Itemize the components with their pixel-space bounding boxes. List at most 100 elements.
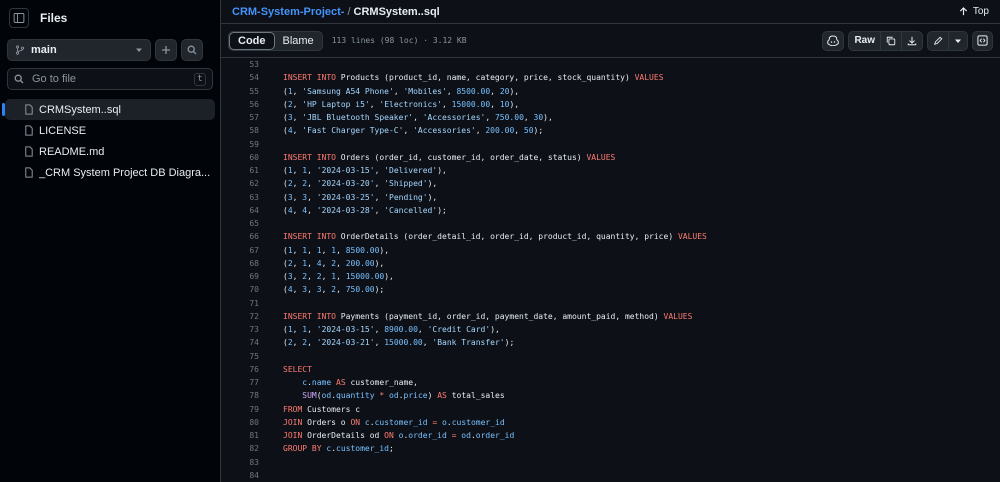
code-token: ), [379, 245, 390, 255]
line-number[interactable]: 76 [221, 363, 259, 376]
line-number[interactable]: 66 [221, 230, 259, 243]
code-token: 8500.00 [456, 86, 491, 96]
code-token: , [321, 285, 332, 295]
file-item-readme[interactable]: README.md [5, 141, 215, 162]
code-token: ), [490, 325, 500, 334]
line-content: (3, 2, 2, 1, 15000.00), [283, 270, 394, 283]
line-number[interactable]: 53 [221, 58, 259, 71]
line-number[interactable]: 83 [221, 456, 259, 469]
line-number[interactable]: 82 [221, 442, 259, 455]
code-token: , [307, 258, 317, 268]
line-number[interactable]: 78 [221, 389, 259, 402]
arrow-up-icon [959, 7, 967, 16]
line-number[interactable]: 75 [221, 350, 259, 363]
code-line: 55 (1, 'Samsung A54 Phone', 'Mobiles', 85… [221, 85, 1000, 98]
code-token: , [307, 338, 317, 348]
line-number[interactable]: 77 [221, 376, 259, 389]
line-number[interactable]: 79 [221, 403, 259, 416]
line-number[interactable]: 57 [221, 111, 259, 124]
line-number[interactable]: 70 [221, 283, 259, 296]
line-number[interactable]: 72 [221, 310, 259, 323]
code-token: AS [336, 378, 346, 387]
code-token: quantity [336, 391, 375, 401]
plus-icon [162, 46, 170, 54]
code-token: , [292, 258, 303, 268]
line-number[interactable]: 84 [221, 469, 259, 482]
line-number[interactable]: 68 [221, 257, 259, 270]
line-number[interactable]: 63 [221, 191, 259, 204]
line-number[interactable]: 55 [221, 85, 259, 98]
code-token: 200.00 [345, 258, 375, 268]
code-line: 75 [221, 350, 1000, 363]
line-number[interactable]: 81 [221, 429, 259, 442]
code-token: , [336, 285, 346, 295]
code-token: Payments (payment_id, order_id, payment_… [335, 311, 664, 321]
code-viewer[interactable]: 53 54 INSERT INTO Products (product_id, na… [221, 58, 1000, 482]
copilot-button[interactable] [822, 30, 845, 51]
code-token: ); [437, 205, 447, 215]
line-number[interactable]: 56 [221, 98, 259, 111]
tab-code[interactable]: Code [229, 31, 275, 50]
code-token: '2024-03-15' [316, 166, 375, 175]
file-item-crmsystem-sql[interactable]: CRMSystem..sql [2, 99, 215, 120]
search-files-button[interactable] [181, 39, 203, 61]
line-number[interactable]: 64 [221, 204, 259, 217]
code-token: 'Credit Card' [427, 325, 491, 334]
line-number[interactable]: 59 [221, 138, 259, 151]
line-number[interactable]: 67 [221, 244, 259, 257]
code-token: , [307, 325, 317, 334]
code-token: , [422, 338, 433, 348]
branch-selector-button[interactable]: main [7, 39, 151, 61]
code-line: 73 (1, 1, '2024-03-15', 8900.00, 'Credit … [221, 323, 1000, 336]
line-number[interactable]: 65 [221, 217, 259, 230]
copy-raw-button[interactable] [881, 31, 902, 50]
code-line: 79 FROM Customers c [221, 403, 1000, 416]
line-number[interactable]: 60 [221, 151, 259, 164]
code-token: 15000.00 [451, 99, 491, 109]
branch-name: main [31, 44, 57, 56]
code-token: ON [350, 417, 361, 427]
edit-actions-group [927, 30, 968, 51]
line-number[interactable]: 54 [221, 71, 259, 84]
add-file-button[interactable] [155, 39, 177, 61]
code-token: , [307, 192, 317, 202]
line-content: (2, 2, '2024-03-21', 15000.00, 'Bank Tra… [283, 336, 514, 349]
line-number[interactable]: 58 [221, 124, 259, 137]
code-token: ON [384, 431, 394, 440]
file-item-db-diagram[interactable]: _CRM System Project DB Diagra... [5, 162, 215, 183]
view-mode-toggle: Code Blame [228, 30, 323, 51]
code-token: , [374, 192, 385, 202]
line-number[interactable]: 74 [221, 336, 259, 349]
code-square-icon [977, 35, 988, 46]
line-number[interactable]: 71 [221, 297, 259, 310]
tab-blame[interactable]: Blame [275, 32, 322, 50]
breadcrumb-repo-link[interactable]: CRM-System-Project- [232, 6, 344, 18]
file-item-license[interactable]: LICENSE [5, 120, 215, 141]
raw-button[interactable]: Raw [849, 31, 881, 50]
back-to-top-button[interactable]: Top [959, 6, 989, 17]
line-number[interactable]: 80 [221, 416, 259, 429]
sidebar-panel-icon [13, 13, 25, 23]
code-token: , [307, 179, 317, 189]
edit-file-button[interactable] [928, 31, 949, 50]
code-token: , [321, 245, 332, 255]
code-token: , [292, 179, 303, 189]
line-number[interactable]: 69 [221, 270, 259, 283]
edit-options-dropdown[interactable] [949, 32, 967, 50]
code-token: ), [543, 113, 553, 122]
copy-icon [886, 36, 896, 45]
code-token: Orders o [302, 417, 351, 427]
line-number[interactable]: 73 [221, 323, 259, 336]
go-to-file-input[interactable]: Go to file t [7, 68, 213, 90]
symbols-panel-button[interactable] [972, 30, 993, 51]
code-token: OrderDetails od [302, 431, 385, 440]
line-number[interactable]: 62 [221, 177, 259, 190]
collapse-sidebar-button[interactable] [9, 8, 29, 28]
code-token: ); [504, 338, 515, 348]
download-button[interactable] [902, 32, 922, 50]
sidebar-title: Files [40, 11, 68, 25]
code-token: 200.00 [485, 126, 515, 136]
code-token: , [292, 272, 303, 281]
line-number[interactable]: 61 [221, 164, 259, 177]
